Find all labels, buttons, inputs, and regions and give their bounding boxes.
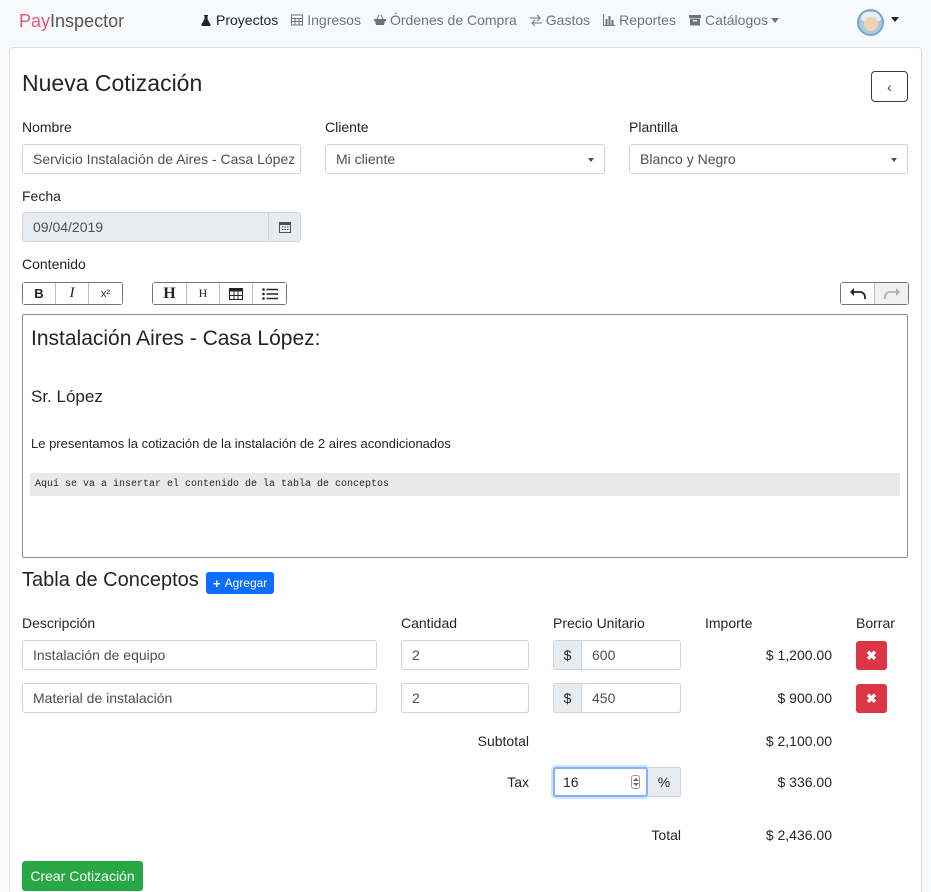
create-quote-button[interactable]: Crear Cotización [22,861,143,891]
cliente-label: Cliente [325,119,369,135]
row-precio-input[interactable]: 600 [581,640,681,670]
contenido-label: Contenido [22,256,86,272]
nombre-label: Nombre [22,119,72,135]
delete-row-button[interactable]: ✖ [856,684,887,713]
heading1-button[interactable]: H [153,283,187,304]
redo-button[interactable] [875,283,908,304]
shopping-basket-icon [373,14,386,25]
plantilla-label: Plantilla [629,119,679,135]
content-editor[interactable]: Instalación Aires - Casa López: Sr. Lópe… [22,314,908,558]
heading2-button[interactable]: H [187,283,220,304]
redo-icon [883,287,900,299]
table-button[interactable] [220,283,253,304]
header-borrar: Borrar [856,615,895,631]
row-descripcion-input[interactable]: Material de instalación [22,683,377,713]
total-label: Total [651,827,681,843]
brand-logo[interactable]: PayInspector [19,11,124,32]
calendar-icon [278,222,291,233]
block-toolbar-group: H H [152,282,287,305]
history-toolbar-group [840,282,909,305]
plantilla-select[interactable]: Blanco y Negro [629,144,908,174]
header-precio: Precio Unitario [553,615,645,631]
quote-form-card: Nueva Cotización ‹ Nombre Servicio Insta… [9,47,922,892]
row-importe: $ 900.00 [777,690,833,706]
delete-row-button[interactable]: ✖ [856,641,887,670]
editor-heading-1: Instalación Aires - Casa López: [31,327,321,350]
back-button[interactable]: ‹ [871,71,908,102]
table-icon [229,287,243,300]
editor-heading-2: Sr. López [31,387,103,406]
nav-item-reportes[interactable]: Reportes [603,12,676,28]
plus-icon: + [213,575,221,591]
navbar: PayInspector Proyectos Ingresos Órdenes … [0,0,931,42]
conceptos-title: Tabla de Conceptos [22,569,199,591]
subtotal-label: Subtotal [477,733,529,749]
currency-addon: $ [553,683,581,713]
cliente-select[interactable]: Mi cliente [325,144,605,174]
undo-button[interactable] [841,283,875,304]
nombre-input[interactable]: Servicio Instalación de Aires - Casa Lóp… [22,144,301,174]
table-icon [291,14,304,26]
row-cantidad-input[interactable]: 2 [401,683,529,713]
header-cantidad: Cantidad [401,615,458,631]
row-cantidad-input[interactable]: 2 [401,640,529,670]
header-descripcion: Descripción [22,615,96,631]
row-descripcion-input[interactable]: Instalación de equipo [22,640,377,670]
tax-amount: $ 336.00 [777,774,833,790]
fecha-label: Fecha [22,188,61,204]
calendar-button[interactable] [269,212,301,242]
chevron-down-icon [771,17,780,23]
fecha-input[interactable]: 09/04/2019 [22,212,269,242]
flask-icon [201,15,211,26]
tax-input[interactable]: 16 [553,767,648,797]
undo-icon [849,287,866,299]
superscript-button[interactable]: x² [89,283,122,304]
currency-addon: $ [553,640,581,670]
subtotal-value: $ 2,100.00 [765,733,832,749]
tax-label: Tax [507,774,529,790]
chevron-down-icon [588,158,594,162]
format-toolbar-group: B I x² [22,282,123,305]
nav-item-catalogos[interactable]: Catálogos [688,12,780,28]
exchange-icon [529,14,542,26]
nav-item-proyectos[interactable]: Proyectos [200,12,278,28]
archive-icon [688,15,701,26]
row-precio-input[interactable]: 450 [581,683,681,713]
nav-item-ordenes-de-compra[interactable]: Órdenes de Compra [373,12,517,28]
chevron-down-icon [891,158,897,162]
editor-code-block: Aquí se va a insertar el contenido de la… [30,473,900,496]
percent-addon: % [648,767,681,797]
main-nav: Proyectos Ingresos Órdenes de Compra Gas… [200,12,792,28]
page-title: Nueva Cotización [22,70,203,96]
spinner-icon[interactable] [631,775,640,789]
nav-item-gastos[interactable]: Gastos [529,12,590,28]
italic-button[interactable]: I [56,283,89,304]
chevron-left-icon: ‹ [887,78,892,95]
list-icon [261,287,278,300]
close-icon: ✖ [866,647,877,663]
bold-button[interactable]: B [23,283,56,304]
editor-paragraph: Le presentamos la cotización de la insta… [31,436,451,451]
chevron-down-icon[interactable] [891,17,899,22]
total-value: $ 2,436.00 [765,827,832,843]
avatar[interactable] [857,9,884,36]
close-icon: ✖ [866,690,877,706]
bar-chart-icon [603,14,616,26]
row-importe: $ 1,200.00 [765,647,832,663]
header-importe: Importe [705,615,753,631]
add-concept-button[interactable]: + Agregar [206,572,275,594]
list-button[interactable] [253,283,286,304]
nav-item-ingresos[interactable]: Ingresos [291,12,361,28]
